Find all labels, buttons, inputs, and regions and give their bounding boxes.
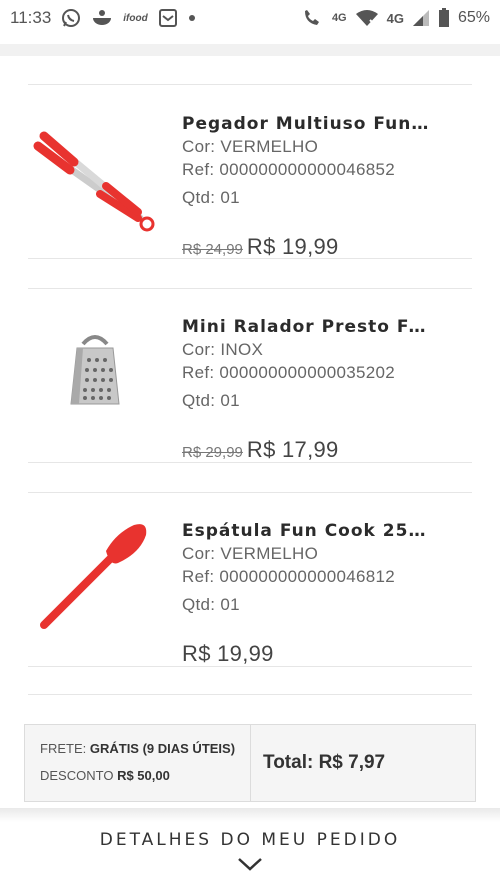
product-qty: Qtd: 01 <box>182 391 240 410</box>
product-item[interactable]: Espátula Fun Cook 25 c... Cor: VERMELHO … <box>0 493 500 673</box>
dot-icon <box>188 14 196 22</box>
order-summary: FRETE: GRÁTIS (9 DIAS ÚTEIS) DESCONTO R$… <box>24 724 476 802</box>
divider <box>28 84 472 85</box>
divider <box>28 462 472 463</box>
product-price: R$ 19,99 <box>246 234 339 259</box>
food-app-icon <box>91 8 113 28</box>
status-bar: 11:33 ifood 4G 4G 65% <box>0 0 500 36</box>
order-details-button[interactable]: DETALHES DO MEU PEDIDO <box>0 822 500 889</box>
order-details-label: DETALHES DO MEU PEDIDO <box>99 830 401 850</box>
product-ref: Ref: 000000000000046812 <box>182 567 395 586</box>
spatula-icon <box>30 513 160 643</box>
chevron-down-icon[interactable] <box>236 856 264 877</box>
ifood-icon: ifood <box>123 12 148 24</box>
product-qty: Qtd: 01 <box>182 188 240 207</box>
network-label-b: 4G <box>386 10 404 26</box>
divider <box>28 694 472 695</box>
mail-icon <box>158 8 178 28</box>
product-old-price: R$ 24,99 <box>182 241 243 258</box>
shipping-value: GRÁTIS (9 DIAS ÚTEIS) <box>89 741 236 756</box>
bottom-shadow <box>0 808 500 822</box>
product-color: Cor: VERMELHO <box>182 544 319 563</box>
product-price: R$ 19,99 <box>182 641 274 666</box>
divider <box>28 666 472 667</box>
divider <box>28 258 472 259</box>
product-qty: Qtd: 01 <box>182 595 240 614</box>
battery-percent: 65% <box>457 9 490 26</box>
discount-label: DESCONTO <box>40 768 114 783</box>
product-item[interactable]: Pegador Multiuso Fun ... Cor: VERMELHO R… <box>0 86 500 266</box>
phone-4g-icon <box>302 8 324 28</box>
battery-icon <box>438 8 450 28</box>
product-ref: Ref: 000000000000046852 <box>182 160 395 179</box>
product-name: Espátula Fun Cook 25 c... <box>182 521 432 541</box>
discount-value: R$ 50,00 <box>117 768 170 783</box>
product-color: Cor: INOX <box>182 340 264 359</box>
product-color: Cor: VERMELHO <box>182 137 319 156</box>
network-label-a: 4G <box>331 12 347 24</box>
product-name: Pegador Multiuso Fun ... <box>182 114 432 134</box>
shipping-row: FRETE: GRÁTIS (9 DIAS ÚTEIS) <box>40 741 250 756</box>
whatsapp-icon <box>61 8 81 28</box>
status-time: 11:33 <box>10 8 52 27</box>
product-name: Mini Ralador Presto Fac... <box>182 317 432 337</box>
discount-row: DESCONTO R$ 50,00 <box>40 768 250 783</box>
product-old-price: R$ 29,99 <box>182 444 243 461</box>
wifi-off-icon <box>355 9 379 27</box>
tongs-icon <box>30 106 160 236</box>
product-ref: Ref: 000000000000035202 <box>182 363 395 382</box>
product-item[interactable]: Mini Ralador Presto Fac... Cor: INOX Ref… <box>0 289 500 469</box>
shipping-label: FRETE: <box>40 741 87 756</box>
order-total: Total: R$ 7,97 <box>263 752 386 773</box>
signal-icon <box>412 9 430 27</box>
product-price: R$ 17,99 <box>246 437 339 462</box>
header-divider <box>0 44 500 56</box>
grater-icon <box>30 309 160 439</box>
